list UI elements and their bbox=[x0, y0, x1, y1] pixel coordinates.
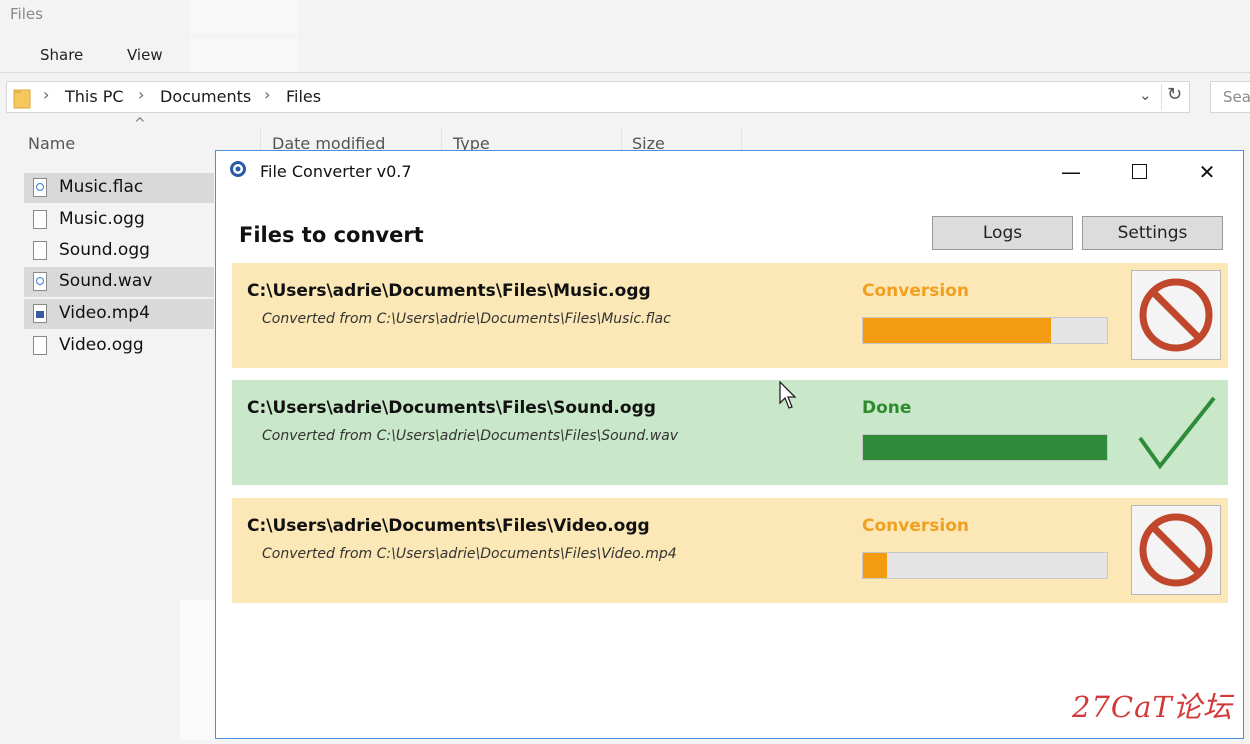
progress-fill bbox=[863, 553, 888, 578]
breadcrumb-files[interactable]: Files bbox=[286, 87, 321, 106]
status-label: Conversion bbox=[862, 516, 969, 536]
folder-icon bbox=[13, 89, 31, 109]
video-file-icon bbox=[33, 304, 47, 323]
file-item[interactable]: Sound.ogg bbox=[24, 236, 214, 266]
cancel-button[interactable] bbox=[1131, 505, 1221, 595]
column-divider bbox=[260, 128, 261, 152]
file-name: Sound.wav bbox=[59, 271, 153, 291]
search-input[interactable]: Sea bbox=[1210, 81, 1250, 113]
file-name: Music.ogg bbox=[59, 209, 145, 229]
progress-bar bbox=[862, 552, 1108, 579]
address-divider bbox=[1161, 84, 1162, 110]
ribbon-divider bbox=[0, 72, 1250, 73]
page-title: Files to convert bbox=[239, 223, 424, 247]
column-divider bbox=[621, 128, 622, 152]
file-item[interactable]: Video.mp4 bbox=[24, 299, 214, 329]
breadcrumb-this-pc[interactable]: This PC bbox=[65, 87, 124, 106]
refresh-icon[interactable]: ↻ bbox=[1167, 84, 1182, 105]
source-path: Converted from C:\Users\adrie\Documents\… bbox=[262, 428, 679, 444]
progress-fill bbox=[863, 318, 1051, 343]
chevron-down-icon[interactable]: ⌄ bbox=[1139, 86, 1152, 104]
breadcrumb-chevron-icon[interactable]: › bbox=[264, 85, 270, 104]
maximize-icon bbox=[1131, 164, 1147, 179]
explorer-title: Files bbox=[10, 5, 43, 23]
file-item[interactable]: Music.ogg bbox=[24, 205, 214, 235]
checkmark-icon bbox=[1138, 396, 1216, 470]
address-bar[interactable]: › This PC › Documents › Files ⌄ ↻ bbox=[6, 81, 1190, 113]
cancel-button[interactable] bbox=[1131, 270, 1221, 360]
conversion-item: C:\Users\adrie\Documents\Files\Music.ogg… bbox=[232, 263, 1228, 368]
breadcrumb-chevron-icon[interactable]: › bbox=[43, 85, 49, 104]
file-icon bbox=[33, 336, 47, 355]
logs-button[interactable]: Logs bbox=[932, 216, 1073, 250]
minimize-button[interactable]: — bbox=[1048, 157, 1094, 187]
status-label: Conversion bbox=[862, 281, 969, 301]
file-item[interactable]: Sound.wav bbox=[24, 267, 214, 297]
cancel-icon bbox=[1139, 278, 1213, 352]
conversion-item: C:\Users\adrie\Documents\Files\Sound.ogg… bbox=[232, 380, 1228, 485]
file-item[interactable]: Video.ogg bbox=[24, 331, 214, 361]
progress-bar bbox=[862, 434, 1108, 461]
output-path: C:\Users\adrie\Documents\Files\Music.ogg bbox=[247, 281, 651, 301]
progress-fill bbox=[863, 435, 1107, 460]
cancel-icon bbox=[1139, 513, 1213, 587]
file-converter-logo-icon bbox=[230, 161, 246, 177]
source-path: Converted from C:\Users\adrie\Documents\… bbox=[262, 546, 677, 562]
sort-arrow-icon: ^ bbox=[134, 116, 146, 132]
file-icon bbox=[33, 241, 47, 260]
file-icon bbox=[33, 210, 47, 229]
close-button[interactable]: ✕ bbox=[1184, 157, 1230, 187]
conversion-item: C:\Users\adrie\Documents\Files\Video.ogg… bbox=[232, 498, 1228, 603]
output-path: C:\Users\adrie\Documents\Files\Video.ogg bbox=[247, 516, 650, 536]
window-title-text: File Converter v0.7 bbox=[260, 162, 412, 181]
column-divider bbox=[741, 128, 742, 152]
explorer-ribbon: Share View bbox=[0, 38, 1250, 72]
source-path: Converted from C:\Users\adrie\Documents\… bbox=[262, 311, 671, 327]
watermark: 27CaT论坛 bbox=[1072, 690, 1233, 724]
media-file-icon bbox=[33, 272, 47, 291]
ghost-title-tab bbox=[190, 0, 298, 34]
file-converter-window: File Converter v0.7 — ✕ Files to convert… bbox=[215, 150, 1244, 739]
ribbon-share-tab[interactable]: Share bbox=[40, 46, 83, 64]
file-item[interactable]: Music.flac bbox=[24, 173, 214, 203]
status-label: Done bbox=[862, 398, 912, 418]
column-name-header[interactable]: Name bbox=[28, 134, 75, 153]
mouse-cursor-icon bbox=[779, 381, 797, 409]
column-divider bbox=[441, 128, 442, 152]
breadcrumb-chevron-icon[interactable]: › bbox=[138, 85, 144, 104]
media-file-icon bbox=[33, 178, 47, 197]
file-name: Sound.ogg bbox=[59, 240, 150, 260]
file-name: Video.mp4 bbox=[59, 303, 150, 323]
settings-button[interactable]: Settings bbox=[1082, 216, 1223, 250]
file-name: Video.ogg bbox=[59, 335, 144, 355]
progress-bar bbox=[862, 317, 1108, 344]
file-name: Music.flac bbox=[59, 177, 144, 197]
ribbon-view-tab[interactable]: View bbox=[127, 46, 163, 64]
breadcrumb-documents[interactable]: Documents bbox=[160, 87, 251, 106]
output-path: C:\Users\adrie\Documents\Files\Sound.ogg bbox=[247, 398, 656, 418]
maximize-button[interactable] bbox=[1116, 157, 1162, 187]
